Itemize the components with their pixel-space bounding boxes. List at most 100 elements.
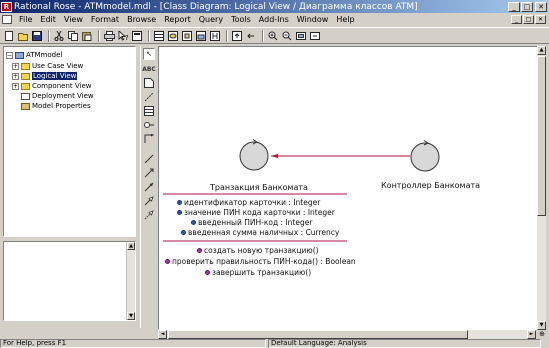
window-title: Rational Rose - ATMmodel.mdl - [Class Di… [14,1,418,12]
expand-toggle[interactable]: + [12,82,19,90]
open-icon[interactable] [17,30,29,42]
note-tool-icon[interactable] [143,77,155,89]
zoom-in-icon[interactable] [267,30,279,42]
model-browser[interactable]: − ATMmodel + Use Case View + Logical Vie… [3,46,136,237]
copy-icon[interactable] [67,30,79,42]
zoom-icon[interactable]: ⊕ [537,330,547,339]
status-bar: For Help, press F1 Default Language: Ana… [0,339,549,348]
menu-add-ins[interactable]: Add-Ins [255,15,293,24]
attribute-text: значение ПИН кода карточки : Integer [184,208,335,217]
tree-item-deployment-view[interactable]: Deployment View [21,91,94,101]
scroll-right-arrow[interactable]: ► [527,330,536,339]
menu-query[interactable]: Query [195,15,227,24]
collapse-toggle[interactable]: − [6,51,13,59]
transaction-class-icon[interactable] [239,139,269,171]
menu-window[interactable]: Window [293,15,333,24]
doc-restore-button[interactable]: □ [523,15,534,24]
text-box-tool-icon[interactable]: ABC [142,63,156,75]
diagram-horizontal-scrollbar[interactable]: ◄ ► [158,330,536,339]
expand-toggle[interactable]: + [12,62,19,70]
scroll-left-arrow[interactable]: ◄ [158,330,167,339]
component-diagram-icon[interactable] [181,30,193,42]
rose-app-icon[interactable]: R [1,1,12,12]
selection-tool-icon[interactable]: ↖ [143,48,155,60]
toolbar-separator [48,29,50,42]
print-icon[interactable] [103,30,115,42]
doc-minimize-button[interactable]: _ [511,15,522,24]
model-icon [15,51,24,59]
tree-item-atmmodel[interactable]: − ATMmodel [6,50,62,60]
menu-edit[interactable]: Edit [36,15,60,24]
undo-fit-icon[interactable] [309,30,321,42]
toolbar-separator [226,29,228,42]
association-class-tool-icon[interactable] [143,153,155,165]
save-icon[interactable] [31,30,43,42]
interface-tool-icon[interactable] [143,119,155,131]
attribute-row[interactable]: идентификатор карточки : Integer [177,198,320,207]
toolbar-separator [148,29,150,42]
menu-view[interactable]: View [60,15,87,24]
class-name-transaction[interactable]: Транзакция Банкомата [210,183,308,192]
status-default-language: Default Language: Analysis [268,339,541,348]
horizontal-scroll-thumb[interactable] [168,330,468,339]
class-name-controller[interactable]: Контроллер Банкомата [381,181,480,190]
documentation-pane[interactable]: ▲ ▼ [3,241,136,321]
minimize-button[interactable]: _ [508,1,520,12]
operation-visibility-icon [165,259,170,264]
menu-help[interactable]: Help [332,15,358,24]
operation-text: завершить транзакцию() [212,268,312,277]
zoom-out-icon[interactable] [281,30,293,42]
expand-toggle[interactable]: + [12,72,19,80]
menu-bar: File Edit View Format Browse Report Quer… [0,13,549,26]
scroll-up-arrow[interactable]: ▲ [127,242,135,250]
operation-row[interactable]: создать новую транзакцию() [197,246,319,255]
scroll-down-arrow[interactable]: ▼ [127,312,135,320]
menu-report[interactable]: Report [160,15,195,24]
menu-browse[interactable]: Browse [123,15,160,24]
package-tool-icon[interactable] [143,167,155,179]
paste-icon[interactable] [81,30,93,42]
attribute-row[interactable]: значение ПИН кода карточки : Integer [177,208,335,217]
cut-icon[interactable] [53,30,65,42]
documentation-scrollbar[interactable]: ▲ ▼ [126,242,135,320]
class-diagram-icon[interactable] [153,30,165,42]
sequence-diagram-icon[interactable] [209,30,221,42]
parent-icon[interactable] [231,30,243,42]
tree-item-model-properties[interactable]: Model Properties [21,101,91,111]
menu-format[interactable]: Format [87,15,123,24]
previous-icon[interactable] [245,30,257,42]
tree-item-component-view[interactable]: + Component View [12,81,91,91]
operation-row[interactable]: проверить правильность ПИН-кода() : Bool… [165,257,356,266]
menu-tools[interactable]: Tools [227,15,255,24]
document-icon[interactable] [2,15,12,24]
tree-item-logical-view[interactable]: + Logical View [12,71,78,81]
vertical-scroll-thumb[interactable] [537,56,546,216]
class-tool-icon[interactable] [143,105,155,117]
dependency-tool-icon[interactable] [143,181,155,193]
help-icon[interactable]: ? [117,30,129,42]
attribute-visibility-icon [177,210,182,215]
operation-row[interactable]: завершить транзакцию() [205,268,311,277]
tree-item-use-case-view[interactable]: + Use Case View [12,61,83,71]
diagram-vertical-scrollbar[interactable]: ▲ ▼ [537,46,546,330]
new-icon[interactable] [3,30,15,42]
realize-tool-icon[interactable] [143,209,155,221]
attribute-row[interactable]: введенная сумма наличных : Currency [181,228,339,237]
scroll-down-arrow[interactable]: ▼ [537,321,546,330]
generalization-tool-icon[interactable] [143,195,155,207]
maximize-button[interactable]: □ [521,1,533,12]
controller-class-icon[interactable] [410,140,440,172]
deployment-diagram-icon[interactable] [195,30,207,42]
browse-diagram-icon[interactable] [131,30,143,42]
menu-file[interactable]: File [15,15,36,24]
doc-close-button[interactable]: ✕ [535,15,546,24]
attribute-row[interactable]: введенный ПИН-код : Integer [191,218,312,227]
unidirectional-association-tool-icon[interactable] [143,133,155,145]
fit-icon[interactable] [295,30,307,42]
close-button[interactable]: ✕ [535,1,547,12]
usecase-diagram-icon[interactable] [167,30,179,42]
document-window-controls: _ □ ✕ [510,15,549,24]
scroll-up-arrow[interactable]: ▲ [537,46,546,55]
anchor-note-tool-icon[interactable] [143,91,155,103]
class-diagram-canvas[interactable]: Транзакция Банкомата Контроллер Банкомат… [158,46,546,330]
